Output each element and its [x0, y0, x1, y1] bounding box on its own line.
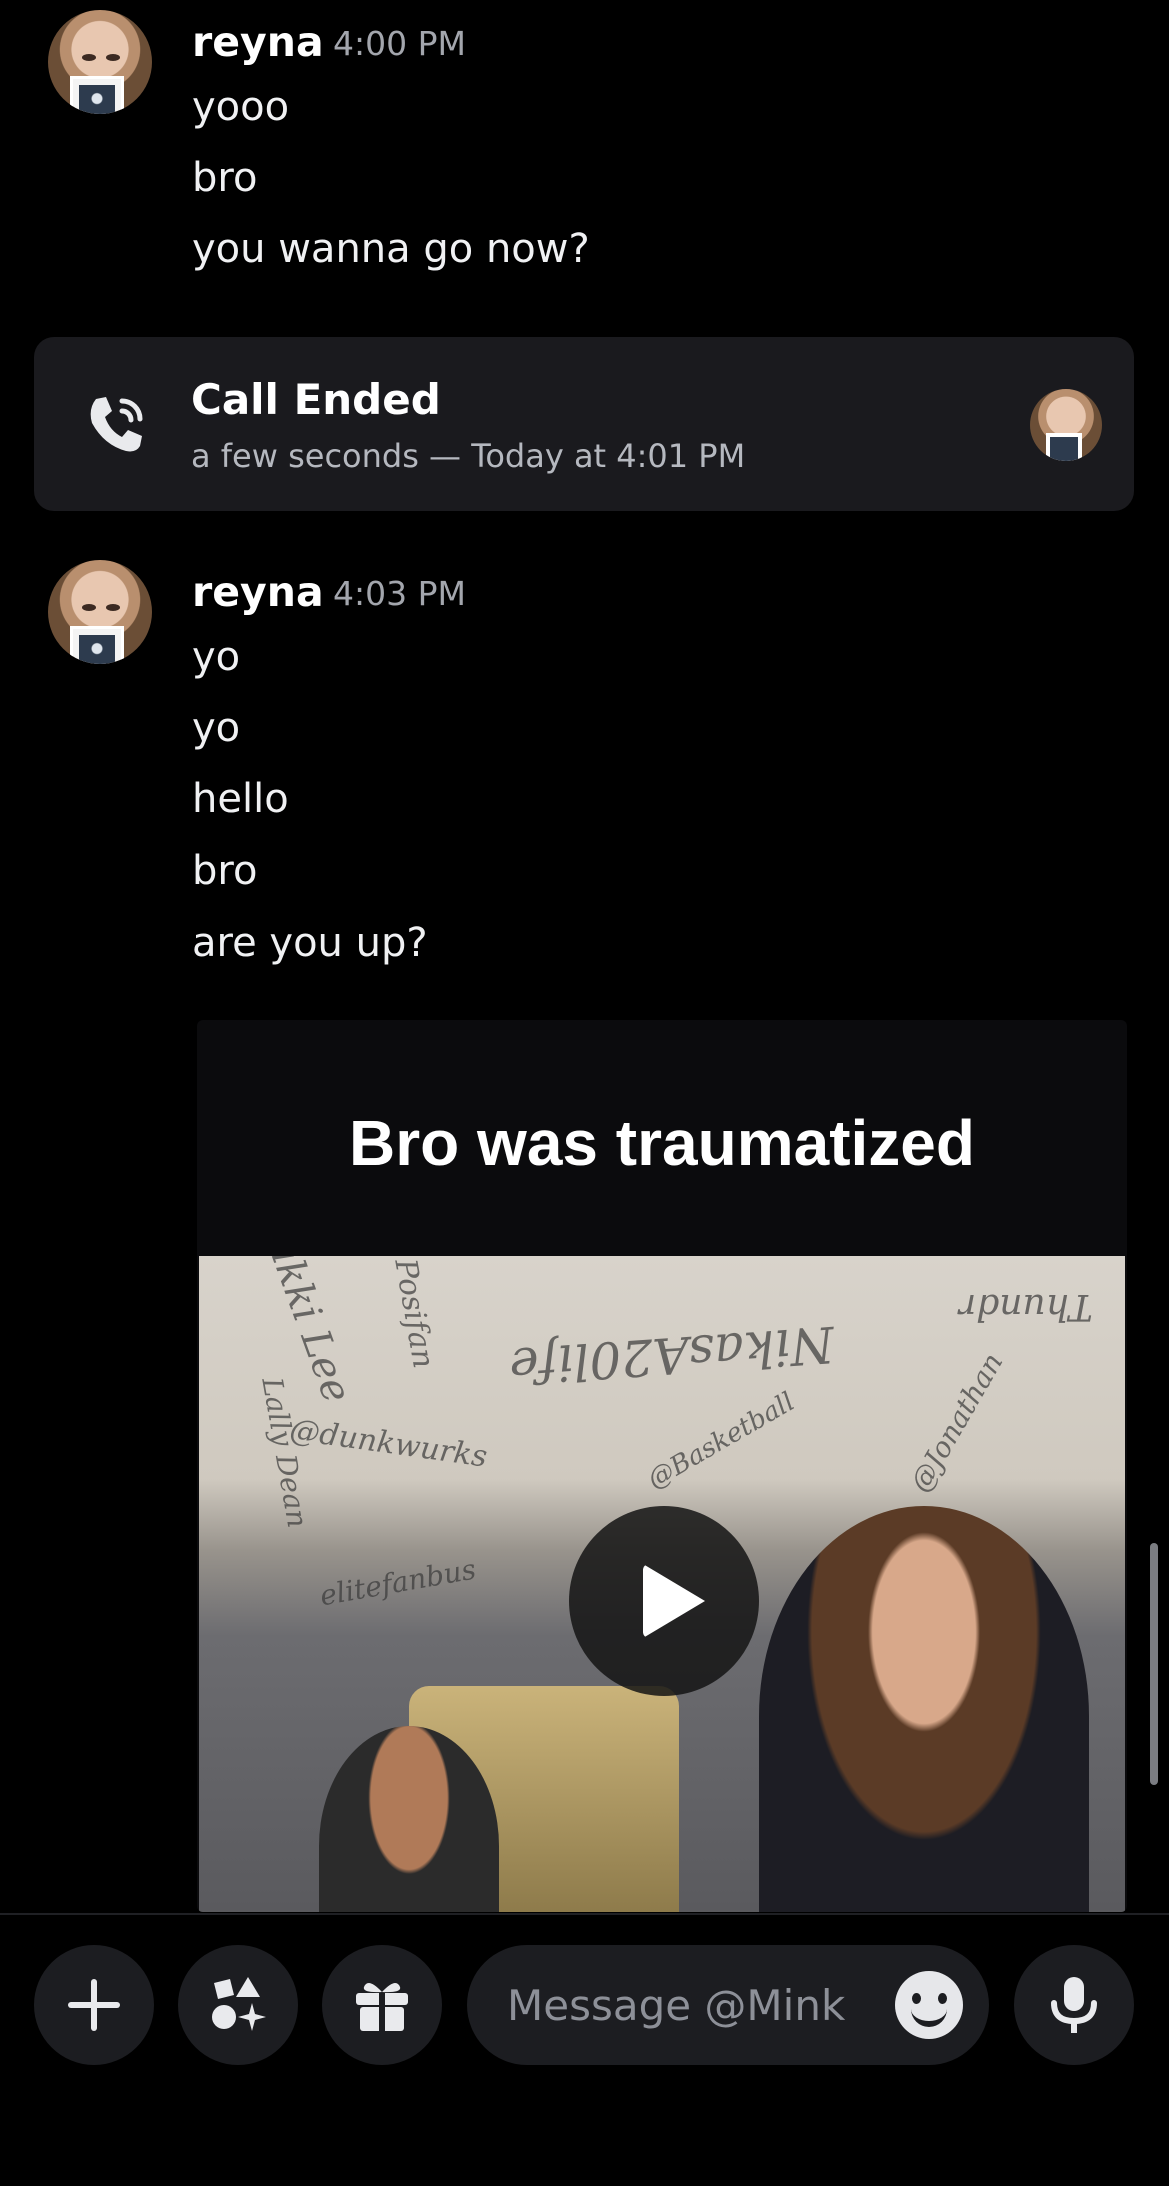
ceiling-scribble: Thundr — [959, 1286, 1093, 1327]
avatar-eye — [82, 54, 96, 61]
plus-icon — [68, 1979, 120, 2031]
voice-message-button[interactable] — [1014, 1945, 1134, 2065]
ceiling-scribble: @Basketball — [642, 1386, 800, 1496]
message-text: yo — [192, 705, 241, 751]
gift-icon — [356, 1983, 408, 2031]
video-attachment[interactable]: Bro was traumatized Nikki Lee @dunkwurks… — [197, 1020, 1127, 1912]
message-text: bro — [192, 848, 258, 894]
message-text: yo — [192, 634, 241, 680]
microphone-icon — [1051, 1977, 1097, 2033]
message-input[interactable] — [507, 1945, 887, 2065]
play-icon[interactable] — [569, 1506, 759, 1696]
message-text: you wanna go now? — [192, 226, 590, 272]
ceiling-scribble: NikasA20life — [507, 1314, 836, 1396]
video-frame[interactable]: Nikki Lee @dunkwurks NikasA20life Posifa… — [199, 1256, 1125, 1912]
ceiling-scribble: @Jonathan — [903, 1347, 1010, 1498]
gift-button[interactable] — [322, 1945, 442, 2065]
avatar-eye — [82, 604, 96, 611]
message-input-wrapper — [467, 1945, 989, 2065]
avatar-eye — [106, 54, 120, 61]
message-composer — [0, 1913, 1169, 2186]
video-person — [759, 1506, 1089, 1912]
call-ended-card[interactable]: Call Ended a few seconds — Today at 4:01… — [34, 337, 1134, 511]
message-author[interactable]: reyna — [192, 568, 324, 616]
ceiling-scribble: Lally Dean — [255, 1374, 315, 1531]
avatar-photo-detail — [70, 626, 124, 664]
message-timestamp: 4:00 PM — [333, 24, 466, 63]
message-author[interactable]: reyna — [192, 18, 324, 66]
avatar-eye — [106, 604, 120, 611]
ceiling-scribble: @dunkwurks — [287, 1412, 490, 1475]
avatar[interactable] — [48, 10, 152, 114]
avatar-photo-detail — [1046, 433, 1082, 461]
ceiling-scribble: Posifan — [387, 1256, 441, 1371]
call-participant-avatar[interactable] — [1030, 389, 1102, 461]
apps-button[interactable] — [178, 1945, 298, 2065]
emoji-icon[interactable] — [895, 1971, 963, 2039]
call-subtitle: a few seconds — Today at 4:01 PM — [191, 437, 746, 475]
ceiling-scribble: elitefanbus — [317, 1552, 479, 1613]
add-attachment-button[interactable] — [34, 1945, 154, 2065]
message-text: yooo — [192, 84, 290, 130]
message-text: hello — [192, 776, 289, 822]
avatar[interactable] — [48, 560, 152, 664]
video-caption: Bro was traumatized — [349, 1107, 975, 1179]
message-text: are you up? — [192, 920, 428, 966]
scrollbar[interactable] — [1150, 1543, 1158, 1785]
message-text: bro — [192, 155, 258, 201]
message-timestamp: 4:03 PM — [333, 574, 466, 613]
avatar-photo-detail — [70, 76, 124, 114]
phone-icon — [90, 397, 143, 452]
call-title: Call Ended — [191, 375, 441, 424]
apps-icon — [212, 1977, 266, 2031]
